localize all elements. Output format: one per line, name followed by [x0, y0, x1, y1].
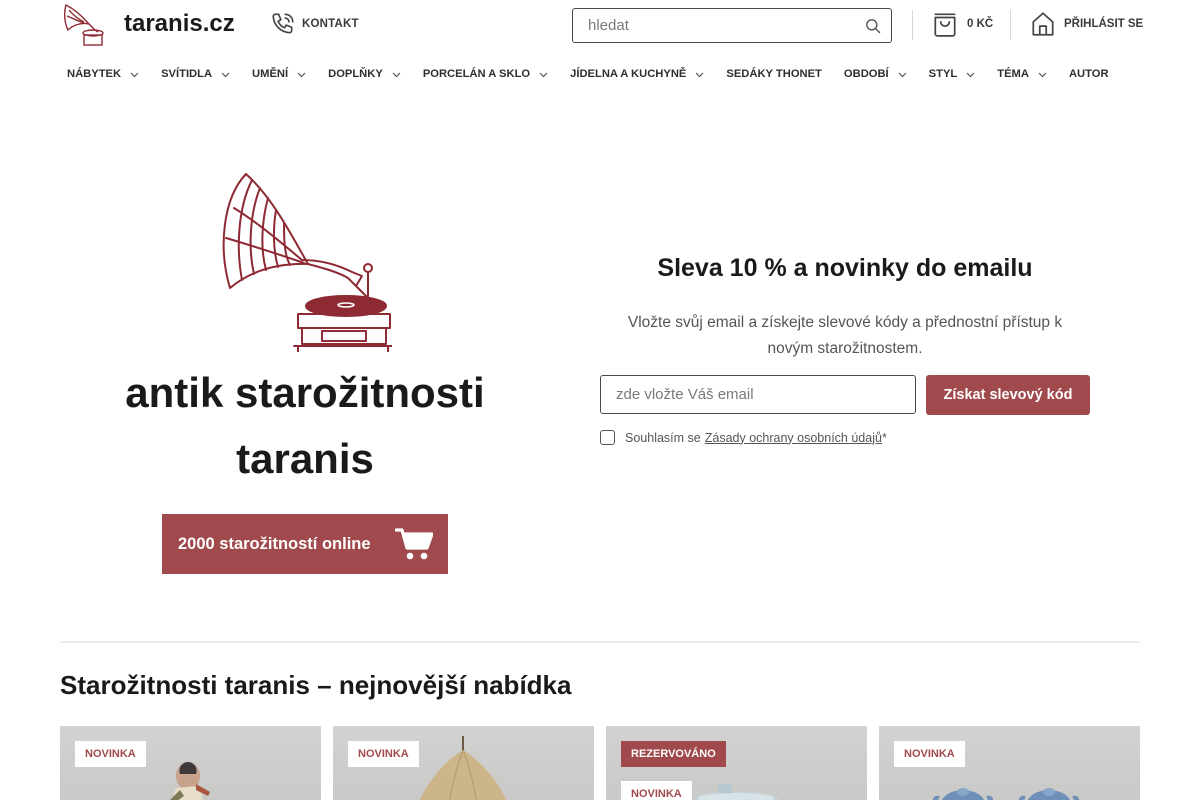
email-field[interactable] — [600, 375, 916, 414]
hero-title: antik starožitnosti taranis — [125, 369, 485, 482]
gramophone-illustration — [222, 173, 392, 352]
latest-offer-title: Starožitnosti taranis – nejnovější nabíd… — [60, 670, 572, 700]
required-marker: * — [881, 430, 887, 445]
consent-row: Souhlasím se Zásady ochrany osobních úda… — [600, 430, 887, 445]
get-discount-button[interactable]: Získat slevový kód — [926, 375, 1090, 415]
nav-item-nabytek[interactable]: NÁBYTEK — [56, 68, 150, 80]
nav-item-jidelna-a-kuchyne[interactable]: JÍDELNA A KUCHYNĚ — [559, 68, 715, 80]
header-divider — [912, 10, 913, 40]
chevron-down-icon — [130, 72, 139, 77]
product-card[interactable]: NOVINKA — [60, 726, 321, 800]
consent-checkbox[interactable] — [600, 430, 615, 445]
nav-item-doplnky[interactable]: DOPLŇKY — [317, 68, 412, 80]
chevron-down-icon — [695, 72, 704, 77]
chevron-down-icon — [1038, 72, 1047, 77]
search-input[interactable] — [573, 9, 843, 42]
cart-button[interactable]: 0 KČ — [932, 10, 993, 38]
contact-label: KONTAKT — [302, 18, 359, 30]
privacy-policy-link[interactable]: Zásady ochrany osobních údajů — [705, 431, 882, 445]
nav-item-tema[interactable]: TÉMA — [986, 68, 1058, 80]
chevron-down-icon — [297, 72, 306, 77]
login-label: PŘIHLÁSIT SE — [1064, 18, 1144, 30]
nav-item-svitidla[interactable]: SVÍTIDLA — [150, 68, 241, 80]
newsletter-title: Sleva 10 % a novinky do emailu — [657, 254, 1033, 282]
shopping-bag-icon — [934, 13, 956, 37]
nav-item-styl[interactable]: STYL — [918, 68, 987, 80]
chevron-down-icon — [898, 72, 907, 77]
chevron-down-icon — [966, 72, 975, 77]
contact-link[interactable]: KONTAKT — [270, 11, 359, 37]
status-badge: NOVINKA — [348, 741, 419, 767]
product-card[interactable]: NOVINKA — [333, 726, 594, 800]
main-navigation: NÁBYTEK SVÍTIDLA UMĚNÍ DOPLŇKY PORCELÁN … — [56, 63, 1120, 85]
cart-amount: 0 KČ — [967, 18, 994, 30]
nav-item-autor[interactable]: AUTOR — [1058, 68, 1120, 80]
nav-item-porcelan-a-sklo[interactable]: PORCELÁN A SKLO — [412, 68, 559, 80]
chevron-down-icon — [392, 72, 401, 77]
consent-label: Souhlasím se — [625, 430, 701, 445]
product-card[interactable]: NOVINKA — [879, 726, 1140, 800]
newsletter-description: Vložte svůj email a získejte slevové kód… — [627, 314, 1063, 357]
nav-item-umeni[interactable]: UMĚNÍ — [241, 68, 317, 80]
nav-item-obdobi[interactable]: OBDOBÍ — [833, 68, 918, 80]
browse-antiques-button[interactable]: 2000 starožitností online — [162, 514, 448, 574]
product-card[interactable]: REZERVOVÁNO NOVINKA — [606, 726, 867, 800]
phone-icon — [272, 13, 294, 34]
cta-label: 2000 starožitností online — [178, 534, 371, 553]
chevron-down-icon — [539, 72, 548, 77]
search-icon[interactable] — [865, 18, 881, 34]
cart-icon — [395, 528, 433, 560]
site-name[interactable]: taranis.cz — [124, 10, 235, 38]
status-badge-reserved: REZERVOVÁNO — [621, 741, 726, 767]
nav-item-sedaky-thonet[interactable]: SEDÁKY THONET — [715, 68, 833, 80]
chevron-down-icon — [221, 72, 230, 77]
home-icon — [1032, 12, 1054, 36]
header-divider — [1010, 10, 1011, 40]
status-badge: NOVINKA — [75, 741, 146, 767]
login-link[interactable]: PŘIHLÁSIT SE — [1030, 10, 1143, 38]
search-box — [572, 8, 892, 43]
status-badge: NOVINKA — [621, 781, 692, 800]
gramophone-logo-icon — [63, 3, 104, 46]
section-divider — [60, 641, 1140, 643]
status-badge: NOVINKA — [894, 741, 965, 767]
